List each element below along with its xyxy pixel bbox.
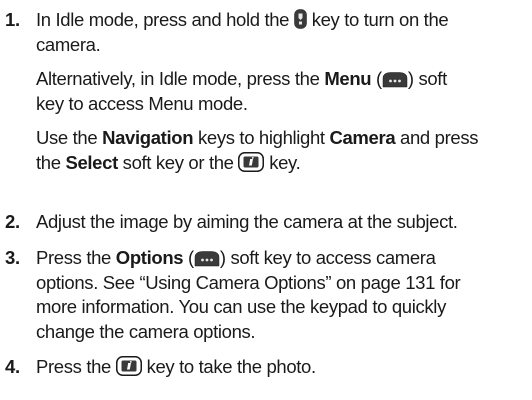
paragraph: In Idle mode, press and hold the key to … (36, 8, 526, 57)
step-body: Press the key to take the photo. (36, 355, 526, 380)
text-run: ) soft (407, 68, 447, 89)
text-run: ) soft key to access camera (219, 247, 436, 268)
text-run: more information. You can use the keypad… (36, 296, 446, 317)
text-line: the Select soft key or the key. (36, 151, 526, 176)
text-run: options. See “Using Camera Options” on p… (36, 271, 461, 293)
text-line: key to access Menu mode. (36, 92, 526, 117)
text-run: key. (264, 151, 301, 173)
step-number: 4. (5, 356, 20, 377)
manual-page: 1. In Idle mode, press and hold the key … (0, 0, 532, 400)
text-run: Use the (36, 127, 103, 148)
step-number: 2. (5, 211, 20, 232)
text-run: the (36, 151, 66, 173)
bold-term: Menu (324, 68, 372, 89)
text-line: Press the key to take the photo. (36, 355, 526, 380)
bold-term: Options (115, 247, 184, 268)
text-run: keys to highlight (193, 127, 330, 148)
text-run: key to access Menu mode. (36, 92, 248, 114)
bold-term: Camera (329, 127, 396, 148)
text-line: change the camera options. (36, 320, 526, 345)
text-run: key to take the photo. (141, 356, 317, 377)
text-run: soft key or the (117, 151, 239, 173)
text-run: and press (395, 127, 479, 148)
paragraph: Use the Navigation keys to highlight Cam… (36, 126, 526, 175)
ok-key-icon (238, 151, 265, 172)
bold-term: Select (65, 151, 118, 173)
text-run: Adjust the image by aiming the camera at… (36, 211, 458, 232)
camera-key-icon (294, 9, 307, 29)
text-run: In Idle mode, press and hold the (36, 9, 294, 30)
text-line: Press the Options ( ) soft key to access … (36, 246, 526, 271)
text-line: Alternatively, in Idle mode, press the M… (36, 67, 526, 92)
step-number: 1. (5, 9, 20, 30)
text-run: Alternatively, in Idle mode, press the (36, 68, 325, 89)
text-run: camera. (36, 33, 101, 55)
text-line: Use the Navigation keys to highlight Cam… (36, 126, 526, 151)
text-run: Press the (36, 356, 116, 377)
text-line: camera. (36, 33, 526, 58)
step-body: Press the Options ( ) soft key to access … (36, 246, 526, 344)
step-body: Adjust the image by aiming the camera at… (36, 210, 526, 235)
text-run: change the camera options. (36, 320, 256, 342)
paragraph: Alternatively, in Idle mode, press the M… (36, 67, 526, 116)
text-line: In Idle mode, press and hold the key to … (36, 8, 526, 33)
text-run: ( (183, 247, 194, 268)
soft-key-icon (194, 250, 220, 267)
step-number: 3. (5, 247, 20, 268)
text-line: more information. You can use the keypad… (36, 295, 526, 320)
text-run: Press the (36, 247, 116, 268)
text-run: key to turn on the (306, 9, 449, 30)
ok-key-icon (115, 356, 142, 376)
text-run: ( (371, 68, 382, 89)
soft-key-icon (382, 71, 408, 88)
bold-term: Navigation (102, 127, 194, 148)
text-line: Adjust the image by aiming the camera at… (36, 210, 526, 235)
text-line: options. See “Using Camera Options” on p… (36, 271, 526, 296)
step-body: In Idle mode, press and hold the key to … (36, 8, 526, 175)
